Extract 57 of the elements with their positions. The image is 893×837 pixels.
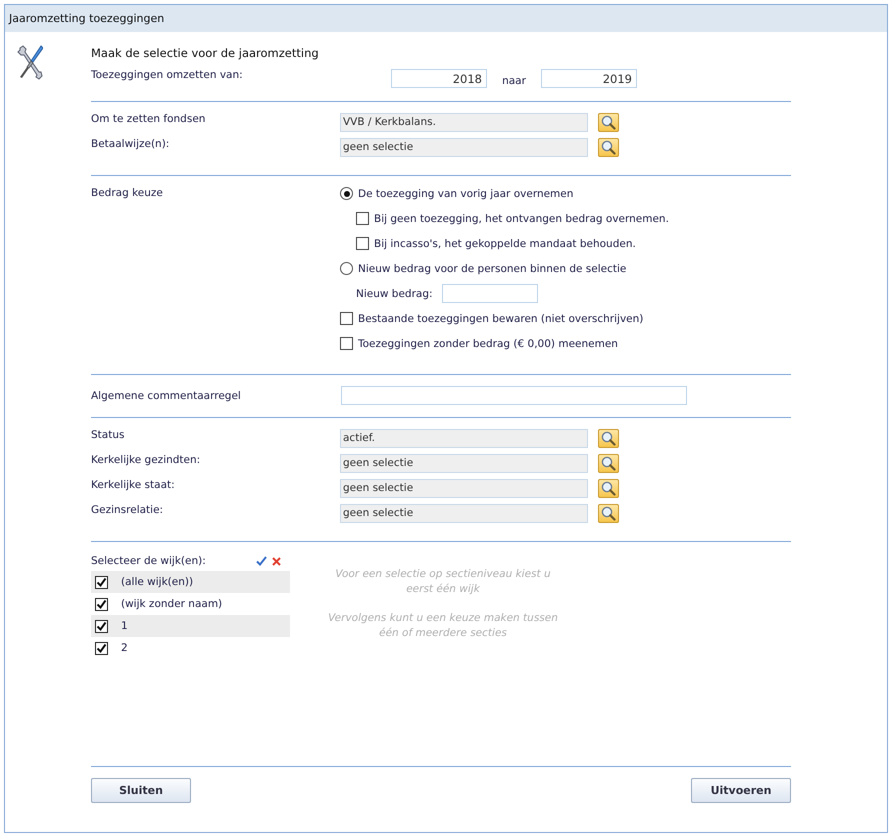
close-icon[interactable] [272,556,281,566]
field-label: Kerkelijke gezindten: [91,454,202,466]
field-label: Bedrag keuze [91,187,164,201]
selection-field: geen selectie [340,504,588,523]
checkbox[interactable] [95,620,108,632]
year-to-field[interactable]: 2019 [541,69,637,88]
selection-field: geen selectie [340,479,588,498]
checkbox[interactable] [95,598,108,610]
selection-field: VVB / Kerkbalans. [340,113,588,132]
list-label: Selecteer de wijk(en): [91,555,207,567]
radio-button[interactable] [340,262,353,275]
search-button[interactable] [598,429,619,448]
radio-button[interactable] [340,187,353,200]
search-button[interactable] [598,504,619,523]
checkbox[interactable] [356,237,369,250]
checkbox[interactable] [95,642,108,654]
year-from-field[interactable]: 2018 [391,69,487,88]
checkbox[interactable] [356,212,369,225]
option-label: Bij geen toezegging, het ontvangen bedrag overnemen. [374,212,669,224]
search-button[interactable] [598,138,619,157]
tools-icon [17,44,43,80]
search-button[interactable] [598,454,619,473]
list-item[interactable]: 2 [91,637,290,659]
option-label: Bestaande toezeggingen bewaren (niet overschrijven) [358,312,644,324]
selection-field: actief. [340,429,588,448]
field-label: Om te zetten fondsen [91,113,206,125]
field-label: Kerkelijke staat: [91,479,176,491]
window-title: Jaaromzetting toezeggingen [9,12,164,25]
selection-field: geen selectie [340,454,588,473]
checkbox[interactable] [340,312,353,325]
field-label: Algemene commentaarregel [91,390,242,402]
option-label: Bij incasso's, het gekoppelde mandaat behouden. [374,238,636,250]
field-label: Toezeggingen omzetten van: [91,69,244,81]
check-icon[interactable] [256,556,267,566]
hint-text: Vervolgens kunt u een keuze maken tussen één of meerdere secties [327,611,559,641]
search-button[interactable] [598,479,619,498]
action-button[interactable]: Sluiten [91,778,191,803]
comment-field[interactable] [341,386,687,405]
selection-field: geen selectie [340,138,588,157]
list-item[interactable]: (wijk zonder naam) [91,593,290,615]
separator-label: naar [501,74,527,87]
section-heading: Maak de selectie voor de jaaromzetting [91,46,320,60]
hint-text: Voor een selectie op sectieniveau kiest u eerst één wijk [334,567,552,597]
option-label: De toezegging van vorig jaar overnemen [358,188,574,200]
checkbox[interactable] [340,337,353,350]
field-label: Nieuw bedrag: [356,288,433,300]
action-button[interactable]: Uitvoeren [691,778,791,803]
field-label: Status [91,429,126,441]
search-button[interactable] [598,113,619,132]
field-label: Betaalwijze(n): [91,138,170,150]
option-label: Toezeggingen zonder bedrag (€ 0,00) meenemen [358,338,618,350]
list-item[interactable]: (alle wijk(en)) [91,571,290,593]
checkbox[interactable] [95,576,108,588]
amount-field[interactable] [442,284,538,303]
option-label: Nieuw bedrag voor de personen binnen de selectie [358,262,626,274]
list-item[interactable]: 1 [91,615,290,637]
field-label: Gezinsrelatie: [91,504,164,516]
